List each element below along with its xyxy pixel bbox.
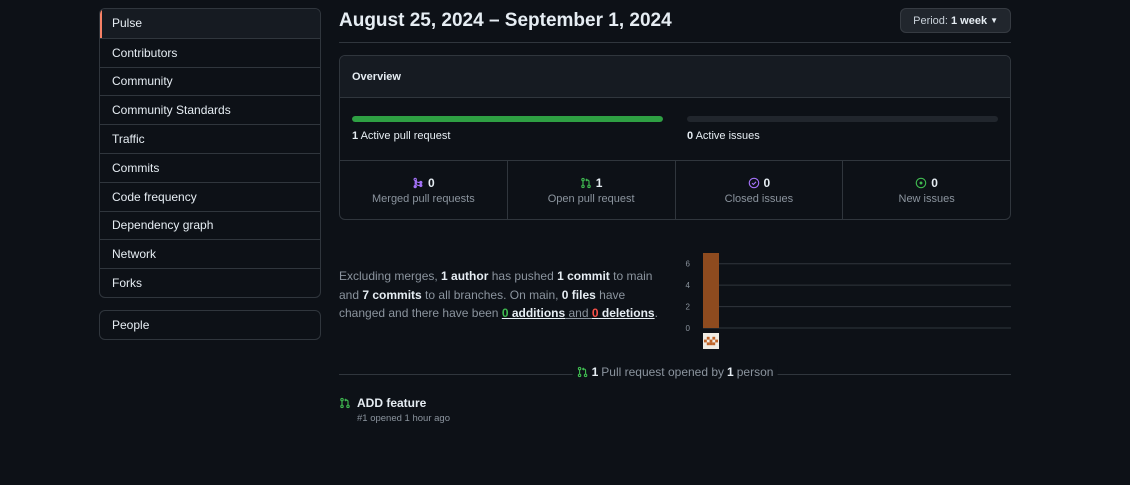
sidebar-item-community[interactable]: Community <box>100 66 320 96</box>
pull-request-icon <box>580 177 592 189</box>
pull-request-icon <box>577 366 589 378</box>
stat-label: New issues <box>898 192 955 205</box>
sidebar-item-code-frequency[interactable]: Code frequency <box>100 181 320 211</box>
sidebar-item-community-standards[interactable]: Community Standards <box>100 95 320 124</box>
stat-open-prs[interactable]: 1 Open pull request <box>506 161 675 219</box>
period-value: 1 week <box>950 14 988 27</box>
stat-count: 0 <box>428 175 435 190</box>
sidebar-item-label: Traffic <box>112 132 145 147</box>
active-pr-summary[interactable]: 1 Active pull request <box>352 116 663 142</box>
sidebar-item-network[interactable]: Network <box>100 239 320 268</box>
pull-request-list-item: ADD feature #1 opened 1 hour ago <box>339 396 739 424</box>
stat-count: 1 <box>595 175 603 190</box>
pr-heading-text: Pull request opened by <box>601 365 725 379</box>
active-issues-label: 0 Active issues <box>687 130 998 142</box>
overview-stats: 0 Merged pull requests 1 Open pull reque… <box>340 161 1010 219</box>
active-pr-label: 1 Active pull request <box>352 130 663 142</box>
period-prefix: Period: <box>913 14 948 27</box>
sidebar-item-label: Contributors <box>112 45 178 60</box>
period-select-button[interactable]: Period: 1 week ▼ <box>900 8 1011 33</box>
sidebar-item-label: Forks <box>112 276 142 291</box>
active-pr-text: Active pull request <box>360 130 451 142</box>
sidebar-item-commits[interactable]: Commits <box>100 152 320 182</box>
overview-bars: 1 Active pull request 0 Active issues <box>340 98 1010 161</box>
y-tick-label: 4 <box>686 281 691 290</box>
stat-label: Merged pull requests <box>372 192 475 205</box>
active-pr-progress-fill <box>352 116 663 122</box>
deletions-count: 0 <box>591 306 599 320</box>
overview-title: Overview <box>340 56 1010 98</box>
all-commit-count: 7 commits <box>362 287 422 302</box>
date-range-title: August 25, 2024 – September 1, 2024 <box>339 10 672 31</box>
sidebar-item-dependency-graph[interactable]: Dependency graph <box>100 210 320 240</box>
y-tick-label: 0 <box>686 324 691 333</box>
stat-label: Open pull request <box>547 192 635 205</box>
additions-count: 0 <box>501 306 509 320</box>
sidebar-item-label: Network <box>112 247 157 262</box>
sidebar-item-label: Code frequency <box>112 189 197 204</box>
active-issues-text: Active issues <box>695 130 760 142</box>
contributions-chart: 0 2 4 6 <box>686 253 1011 349</box>
sidebar-item-pulse[interactable]: Pulse <box>100 9 320 38</box>
stat-label: Closed issues <box>724 192 794 205</box>
caret-down-icon: ▼ <box>990 16 998 25</box>
contributor-avatar[interactable] <box>703 333 719 349</box>
pulse-main: August 25, 2024 – September 1, 2024 Peri… <box>339 0 1011 424</box>
stat-count: 0 <box>763 175 771 190</box>
summary-text: has pushed <box>488 269 558 283</box>
author-count: 1 author <box>441 269 489 283</box>
pr-heading-text: person <box>736 365 774 379</box>
deletions-label: deletions <box>598 306 655 320</box>
sidebar-item-traffic[interactable]: Traffic <box>100 124 320 153</box>
files-changed: 0 files <box>561 287 596 302</box>
active-issues-summary[interactable]: 0 Active issues <box>687 116 998 142</box>
sidebar-item-label: Community Standards <box>112 103 231 118</box>
additions-label: additions <box>508 306 566 320</box>
pull-request-heading: 1 Pull request opened by 1 person <box>572 365 778 379</box>
summary-text: to all branches. On main, <box>421 287 562 302</box>
pull-request-meta: #1 opened 1 hour ago <box>357 413 450 424</box>
pull-request-title-link[interactable]: ADD feature <box>357 396 426 410</box>
insights-sidebar: Pulse Contributors Community Community S… <box>99 8 321 340</box>
sidebar-item-people[interactable]: People <box>100 311 320 339</box>
and-text: and <box>565 306 592 320</box>
sidebar-item-contributors[interactable]: Contributors <box>100 37 320 67</box>
deletions-link[interactable]: 0 deletions <box>592 306 655 320</box>
pulse-header: August 25, 2024 – September 1, 2024 Peri… <box>339 0 1011 43</box>
insights-menu: Pulse Contributors Community Community S… <box>99 8 321 298</box>
active-pr-count: 1 <box>352 130 359 142</box>
pull-request-divider: 1 Pull request opened by 1 person <box>339 364 1011 384</box>
summary-text: . <box>654 306 658 320</box>
sidebar-item-label: Dependency graph <box>112 218 214 233</box>
people-menu: People <box>99 309 321 340</box>
active-issues-count: 0 <box>687 130 694 142</box>
sidebar-item-label: Commits <box>112 160 160 175</box>
sidebar-item-forks[interactable]: Forks <box>100 268 320 297</box>
y-tick-label: 6 <box>686 260 691 269</box>
commit-summary: Excluding merges, 1 author has pushed 1 … <box>339 267 671 323</box>
y-tick-label: 2 <box>686 303 691 312</box>
stat-count: 0 <box>931 175 938 190</box>
overview-box: Overview 1 Active pull request 0 Active … <box>339 55 1011 220</box>
pull-request-icon <box>339 397 351 409</box>
sidebar-item-label: Community <box>112 74 173 89</box>
merge-icon <box>412 177 424 189</box>
stat-closed-issues[interactable]: 0 Closed issues <box>674 161 843 219</box>
stat-new-issues[interactable]: 0 New issues <box>842 161 1010 219</box>
additions-link[interactable]: 0 additions <box>502 306 565 320</box>
active-pr-progress-track <box>352 116 663 122</box>
main-commit-count: 1 commit <box>557 269 610 283</box>
sidebar-item-label: People <box>112 317 150 332</box>
issue-opened-icon <box>915 177 927 189</box>
stat-merged-prs[interactable]: 0 Merged pull requests <box>340 161 507 219</box>
pr-people-count: 1 <box>727 365 734 379</box>
sidebar-item-label: Pulse <box>112 16 143 31</box>
active-issues-progress-track <box>687 116 998 122</box>
pr-count: 1 <box>591 365 599 379</box>
commit-bar <box>703 253 719 328</box>
summary-text: Excluding merges, <box>339 269 442 283</box>
issue-closed-icon <box>748 177 760 189</box>
